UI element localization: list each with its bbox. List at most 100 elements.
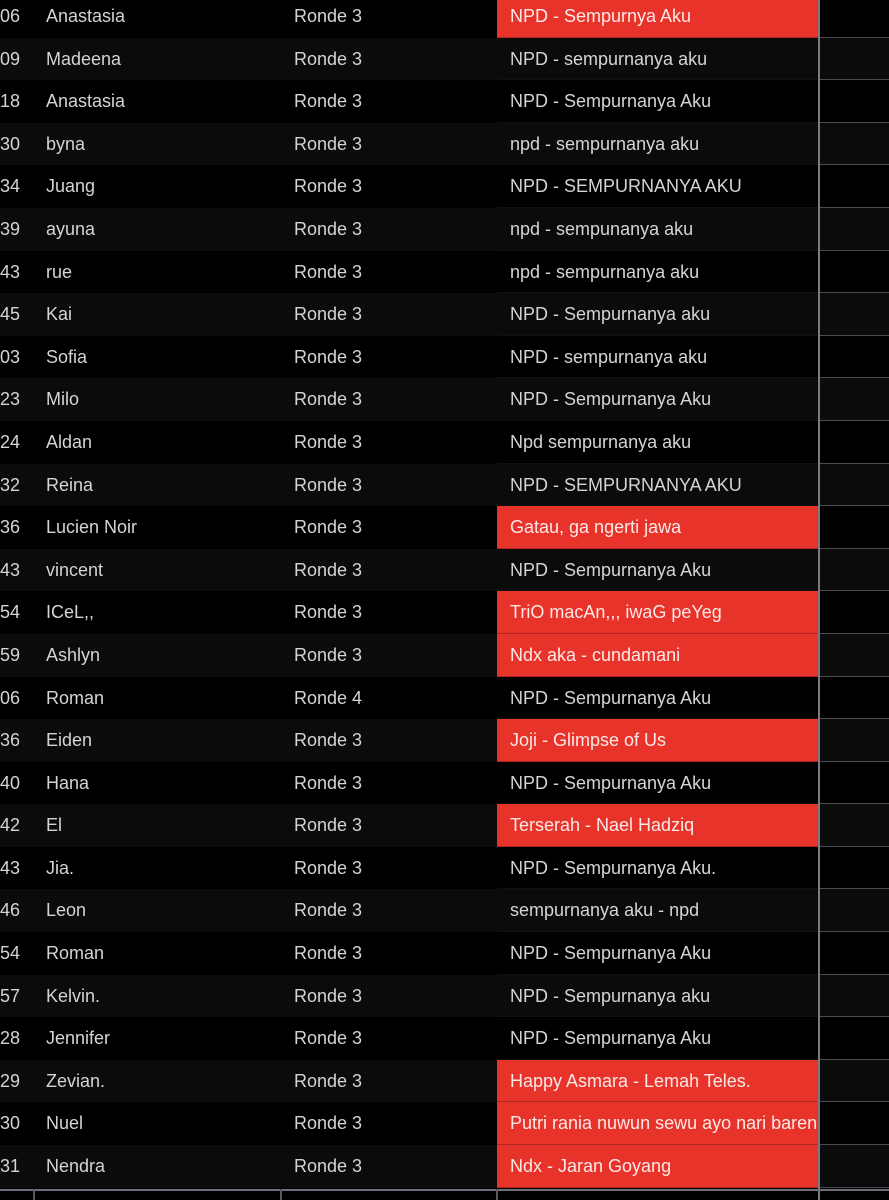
cell-name[interactable]: ayuna bbox=[46, 208, 276, 251]
cell-song[interactable]: Terserah - Nael Hadziq bbox=[497, 804, 819, 847]
cell-number[interactable]: 03 bbox=[0, 336, 36, 379]
cell-song[interactable]: NPD - Sempurnanya Aku bbox=[497, 762, 819, 805]
cell-name[interactable]: Zevian. bbox=[46, 1060, 276, 1103]
cell-song[interactable]: npd - sempunanya aku bbox=[497, 208, 819, 251]
cell-round[interactable]: Ronde 3 bbox=[294, 506, 494, 549]
cell-name[interactable]: El bbox=[46, 804, 276, 847]
cell-round[interactable]: Ronde 3 bbox=[294, 421, 494, 464]
cell-empty[interactable] bbox=[820, 421, 889, 464]
cell-name[interactable]: Nendra bbox=[46, 1145, 276, 1188]
cell-round[interactable]: Ronde 3 bbox=[294, 1102, 494, 1145]
cell-empty[interactable] bbox=[820, 975, 889, 1018]
cell-name[interactable]: Leon bbox=[46, 889, 276, 932]
cell-empty[interactable] bbox=[820, 677, 889, 720]
cell-name[interactable]: ICeL,, bbox=[46, 591, 276, 634]
cell-name[interactable]: vincent bbox=[46, 549, 276, 592]
cell-empty[interactable] bbox=[820, 889, 889, 933]
cell-number[interactable]: 46 bbox=[0, 889, 36, 932]
cell-song[interactable]: NPD - Sempurnanya Aku. bbox=[497, 847, 819, 890]
cell-empty[interactable] bbox=[820, 591, 889, 634]
cell-round[interactable]: Ronde 3 bbox=[294, 0, 494, 38]
cell-name[interactable]: Jia. bbox=[46, 847, 276, 890]
cell-name[interactable]: Aldan bbox=[46, 421, 276, 464]
cell-round[interactable]: Ronde 3 bbox=[294, 1145, 494, 1188]
cell-song[interactable]: NPD - Sempurnanya Aku bbox=[497, 1017, 819, 1060]
cell-empty[interactable] bbox=[820, 932, 889, 975]
cell-song[interactable]: NPD - sempurnanya aku bbox=[497, 38, 819, 81]
cell-round[interactable]: Ronde 3 bbox=[294, 634, 494, 677]
cell-song[interactable]: Happy Asmara - Lemah Teles. bbox=[497, 1059, 819, 1103]
cell-round[interactable]: Ronde 3 bbox=[294, 208, 494, 251]
cell-empty[interactable] bbox=[820, 123, 889, 166]
cell-number[interactable]: 30 bbox=[0, 1102, 36, 1145]
cell-name[interactable]: Milo bbox=[46, 378, 276, 421]
cell-round[interactable]: Ronde 3 bbox=[294, 165, 494, 208]
cell-empty[interactable] bbox=[820, 38, 889, 81]
cell-number[interactable]: 54 bbox=[0, 591, 36, 634]
cell-song[interactable]: Joji - Glimpse of Us bbox=[497, 719, 819, 762]
cell-round[interactable]: Ronde 3 bbox=[294, 251, 494, 294]
cell-round[interactable]: Ronde 3 bbox=[294, 975, 494, 1018]
cell-name[interactable]: Madeena bbox=[46, 38, 276, 81]
cell-round[interactable]: Ronde 3 bbox=[294, 591, 494, 634]
cell-number[interactable]: 18 bbox=[0, 80, 36, 123]
cell-empty[interactable] bbox=[820, 208, 889, 251]
cell-round[interactable]: Ronde 3 bbox=[294, 719, 494, 762]
cell-round[interactable]: Ronde 3 bbox=[294, 1017, 494, 1060]
cell-song[interactable]: sempurnanya aku - npd bbox=[497, 889, 819, 933]
cell-name[interactable]: Roman bbox=[46, 677, 276, 720]
cell-number[interactable]: 30 bbox=[0, 123, 36, 166]
cell-number[interactable]: 23 bbox=[0, 378, 36, 421]
cell-number[interactable]: 24 bbox=[0, 421, 36, 464]
cell-name[interactable]: Kai bbox=[46, 293, 276, 336]
cell-number[interactable]: 40 bbox=[0, 762, 36, 805]
cell-name[interactable]: Reina bbox=[46, 464, 276, 507]
cell-empty[interactable] bbox=[820, 847, 889, 890]
cell-song[interactable]: Gatau, ga ngerti jawa bbox=[497, 506, 819, 549]
cell-number[interactable]: 32 bbox=[0, 464, 36, 507]
cell-round[interactable]: Ronde 3 bbox=[294, 38, 494, 81]
cell-number[interactable]: 57 bbox=[0, 975, 36, 1018]
cell-number[interactable]: 42 bbox=[0, 804, 36, 847]
cell-empty[interactable] bbox=[820, 1060, 889, 1103]
cell-empty[interactable] bbox=[820, 1102, 889, 1146]
cell-number[interactable]: 28 bbox=[0, 1017, 36, 1060]
cell-empty[interactable] bbox=[820, 378, 889, 421]
cell-song[interactable]: NPD - Sempurnanya Aku bbox=[497, 677, 819, 720]
cell-number[interactable]: 31 bbox=[0, 1145, 36, 1188]
cell-round[interactable]: Ronde 3 bbox=[294, 1060, 494, 1103]
cell-number[interactable]: 59 bbox=[0, 634, 36, 677]
cell-empty[interactable] bbox=[820, 464, 889, 507]
cell-round[interactable]: Ronde 3 bbox=[294, 80, 494, 123]
cell-name[interactable]: Jennifer bbox=[46, 1017, 276, 1060]
cell-empty[interactable] bbox=[820, 336, 889, 379]
cell-empty[interactable] bbox=[820, 293, 889, 336]
cell-round[interactable]: Ronde 3 bbox=[294, 932, 494, 975]
cell-empty[interactable] bbox=[820, 506, 889, 549]
cell-song[interactable]: NPD - sempurnanya aku bbox=[497, 336, 819, 379]
cell-round[interactable]: Ronde 3 bbox=[294, 762, 494, 805]
cell-round[interactable]: Ronde 4 bbox=[294, 677, 494, 720]
cell-number[interactable]: 09 bbox=[0, 38, 36, 81]
cell-song[interactable]: NPD - SEMPURNANYA AKU bbox=[497, 464, 819, 507]
cell-name[interactable]: rue bbox=[46, 251, 276, 294]
cell-song[interactable]: NPD - SEMPURNANYA AKU bbox=[497, 165, 819, 208]
cell-empty[interactable] bbox=[820, 0, 889, 38]
cell-round[interactable]: Ronde 3 bbox=[294, 889, 494, 932]
cell-number[interactable]: 06 bbox=[0, 677, 36, 720]
cell-name[interactable]: Hana bbox=[46, 762, 276, 805]
cell-name[interactable]: Sofia bbox=[46, 336, 276, 379]
cell-number[interactable]: 29 bbox=[0, 1060, 36, 1103]
cell-name[interactable]: Lucien Noir bbox=[46, 506, 276, 549]
cell-song[interactable]: Putri rania nuwun sewu ayo nari bareng bbox=[497, 1102, 819, 1146]
cell-song[interactable]: Npd sempurnanya aku bbox=[497, 421, 819, 464]
cell-number[interactable]: 43 bbox=[0, 549, 36, 592]
cell-number[interactable]: 43 bbox=[0, 251, 36, 294]
cell-round[interactable]: Ronde 3 bbox=[294, 378, 494, 421]
cell-song[interactable]: NPD - Sempurnanya Aku bbox=[497, 378, 819, 421]
cell-empty[interactable] bbox=[820, 165, 889, 208]
cell-empty[interactable] bbox=[820, 251, 889, 294]
cell-song[interactable]: NPD - Sempurnya Aku bbox=[497, 0, 819, 38]
cell-name[interactable]: Anastasia bbox=[46, 80, 276, 123]
cell-round[interactable]: Ronde 3 bbox=[294, 464, 494, 507]
